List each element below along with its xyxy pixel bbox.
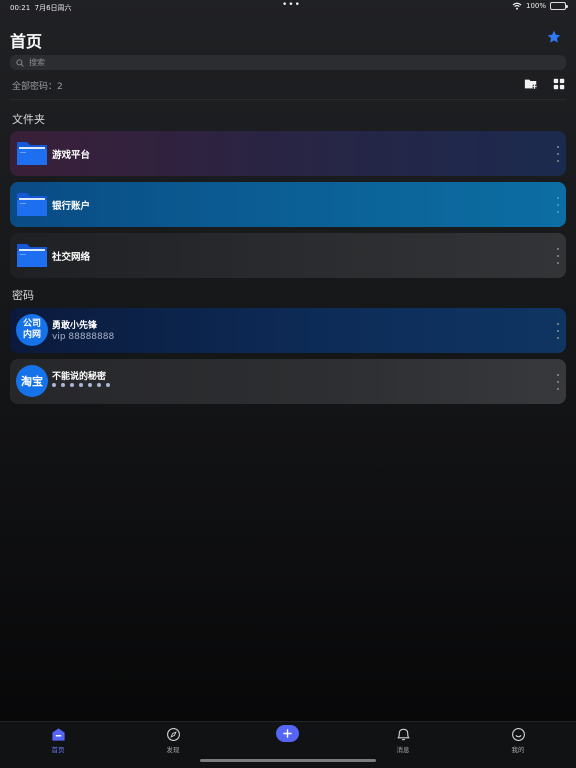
grid-view-icon[interactable] <box>552 77 566 91</box>
compass-icon <box>166 728 180 741</box>
folder-label: 社交网络 <box>52 251 91 263</box>
folders-section-title: 文件夹 <box>12 113 45 126</box>
divider <box>10 99 566 100</box>
password-card-taobao[interactable]: 淘宝 不能说的秘密 <box>10 359 566 404</box>
wifi-icon <box>512 2 522 10</box>
more-options-icon[interactable] <box>556 197 560 213</box>
status-bar: 00:21 7月6日周六 ••• 100% <box>0 0 576 14</box>
add-button[interactable] <box>276 725 299 742</box>
home-icon <box>51 728 65 741</box>
status-right: 100% <box>512 2 568 10</box>
avatar: 淘宝 <box>16 365 48 397</box>
more-options-icon[interactable] <box>556 323 560 339</box>
battery-icon <box>550 2 568 10</box>
more-options-icon[interactable] <box>556 374 560 390</box>
tab-label: 消息 <box>396 746 410 754</box>
folder-icon <box>17 193 47 216</box>
more-options-icon[interactable] <box>556 248 560 264</box>
plus-icon <box>283 729 292 738</box>
bell-icon <box>396 728 410 741</box>
page-title: 首页 <box>10 32 43 51</box>
multitask-dots[interactable]: ••• <box>282 0 301 10</box>
password-count: 全部密码：2 <box>12 82 63 92</box>
battery-percent: 100% <box>525 2 546 10</box>
folder-label: 银行账户 <box>52 200 91 212</box>
tab-messages[interactable]: 消息 <box>373 727 433 754</box>
more-options-icon[interactable] <box>556 146 560 162</box>
tab-label: 发现 <box>166 746 180 754</box>
tab-profile[interactable]: 我的 <box>488 727 548 754</box>
smile-icon <box>511 728 525 741</box>
search-input[interactable] <box>29 58 529 67</box>
folder-card-social[interactable]: 社交网络 <box>10 233 566 278</box>
folder-icon <box>17 244 47 267</box>
folder-label: 游戏平台 <box>52 149 91 161</box>
tab-label: 首页 <box>51 746 65 754</box>
folder-card-bank[interactable]: 银行账户 <box>10 182 566 227</box>
status-time: 00:21 7月6日周六 <box>10 4 72 12</box>
masked-password <box>52 383 110 387</box>
folder-icon <box>17 142 47 165</box>
avatar: 公司 内网 <box>16 314 48 346</box>
search-bar[interactable] <box>10 55 566 70</box>
password-title: 勇敢小先锋 <box>52 321 98 331</box>
password-subtitle: vip 88888888 <box>52 332 115 342</box>
password-title: 不能说的秘密 <box>52 372 107 382</box>
star-icon[interactable] <box>546 29 562 45</box>
new-folder-icon[interactable] <box>524 77 538 91</box>
password-card-intranet[interactable]: 公司 内网 勇敢小先锋 vip 88888888 <box>10 308 566 353</box>
passwords-section-title: 密码 <box>12 289 34 302</box>
tab-label: 我的 <box>511 746 525 754</box>
search-icon <box>16 58 24 67</box>
home-indicator <box>200 759 376 762</box>
folder-card-games[interactable]: 游戏平台 <box>10 131 566 176</box>
tab-home[interactable]: 首页 <box>28 727 88 754</box>
tab-discover[interactable]: 发现 <box>143 727 203 754</box>
